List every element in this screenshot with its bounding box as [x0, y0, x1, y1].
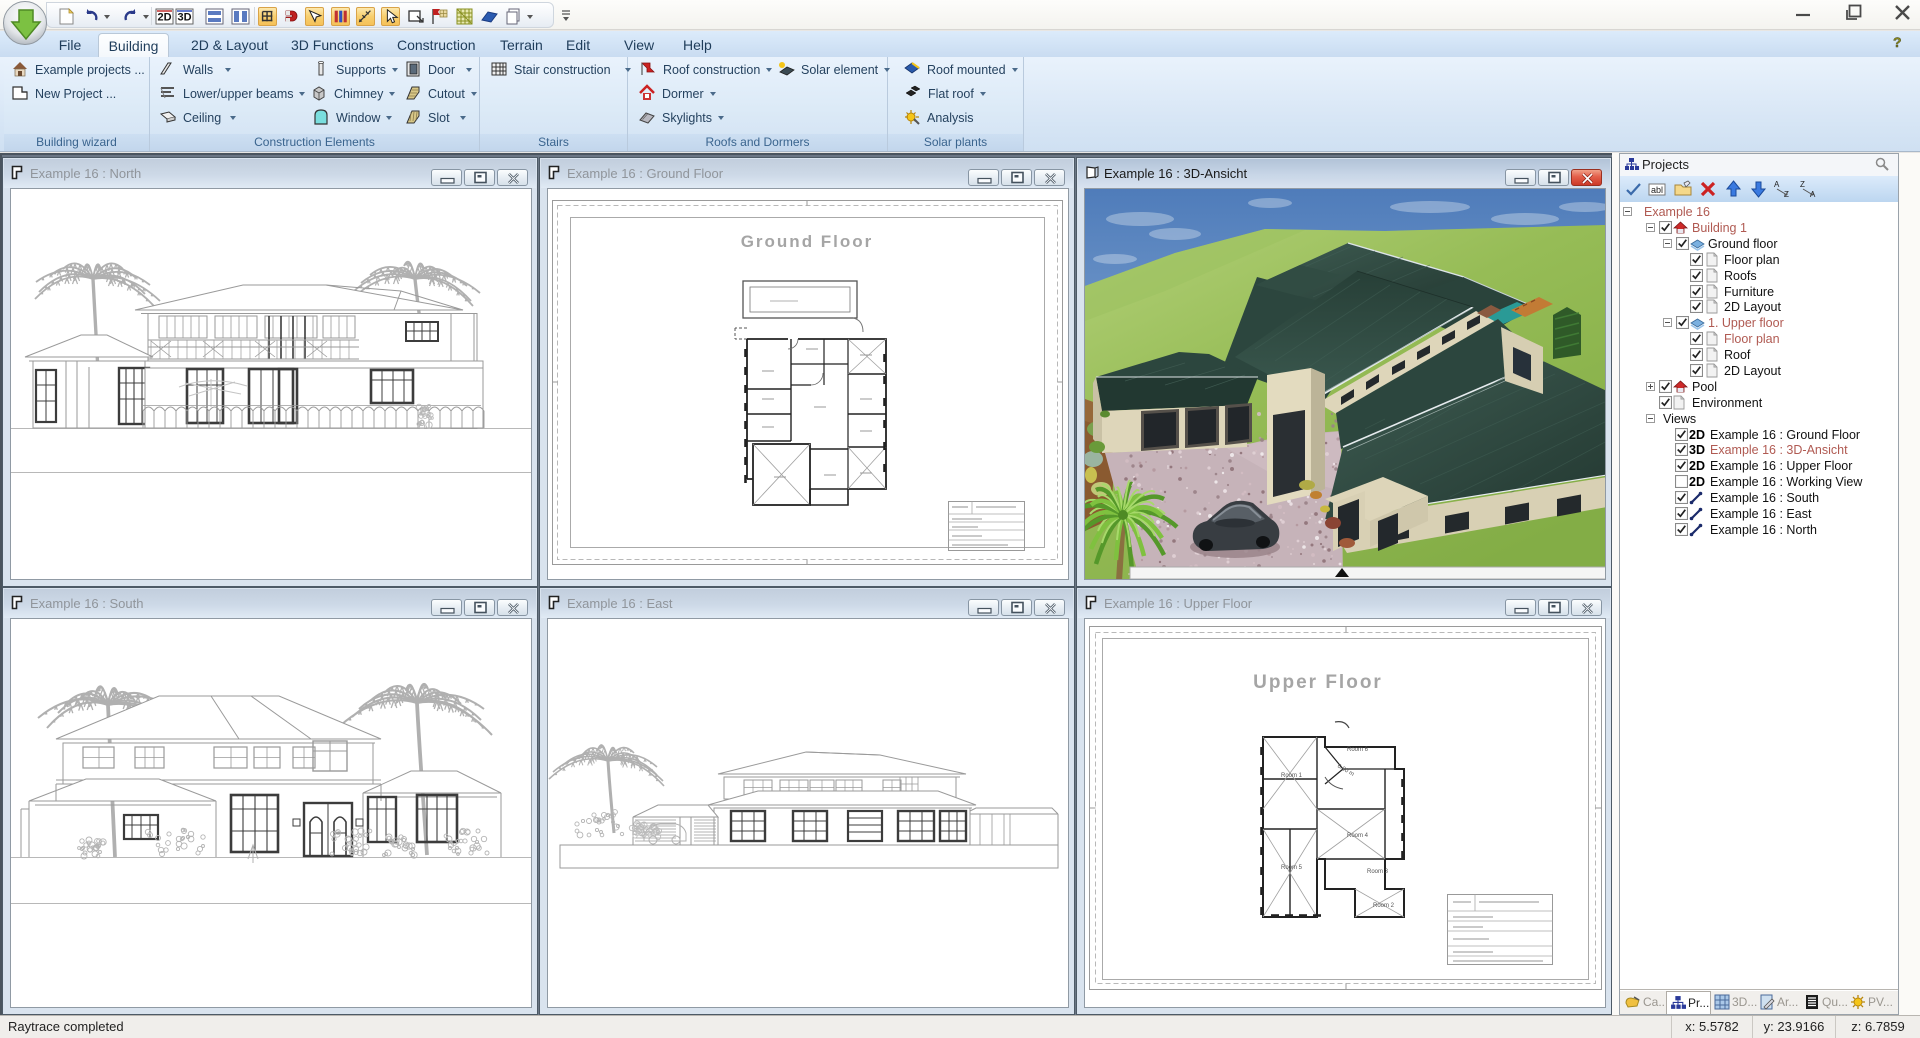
svg-text:abl: abl: [1651, 185, 1663, 195]
svg-text:A: A: [1774, 180, 1780, 189]
svg-text:Room 3: Room 3: [1367, 869, 1389, 875]
svg-text:Room 6: Room 6: [1347, 747, 1369, 753]
svg-text:Z: Z: [1800, 180, 1805, 189]
svg-text:Upper Floor: Upper Floor: [1253, 672, 1383, 693]
svg-text:Ground Floor: Ground Floor: [741, 232, 874, 251]
svg-text:Room 4: Room 4: [1347, 833, 1369, 839]
svg-text:?: ?: [1893, 34, 1902, 50]
svg-text:Room 2: Room 2: [1373, 903, 1395, 909]
svg-text:Room 1: Room 1: [1281, 773, 1303, 779]
svg-text:Room 5: Room 5: [1281, 865, 1303, 871]
